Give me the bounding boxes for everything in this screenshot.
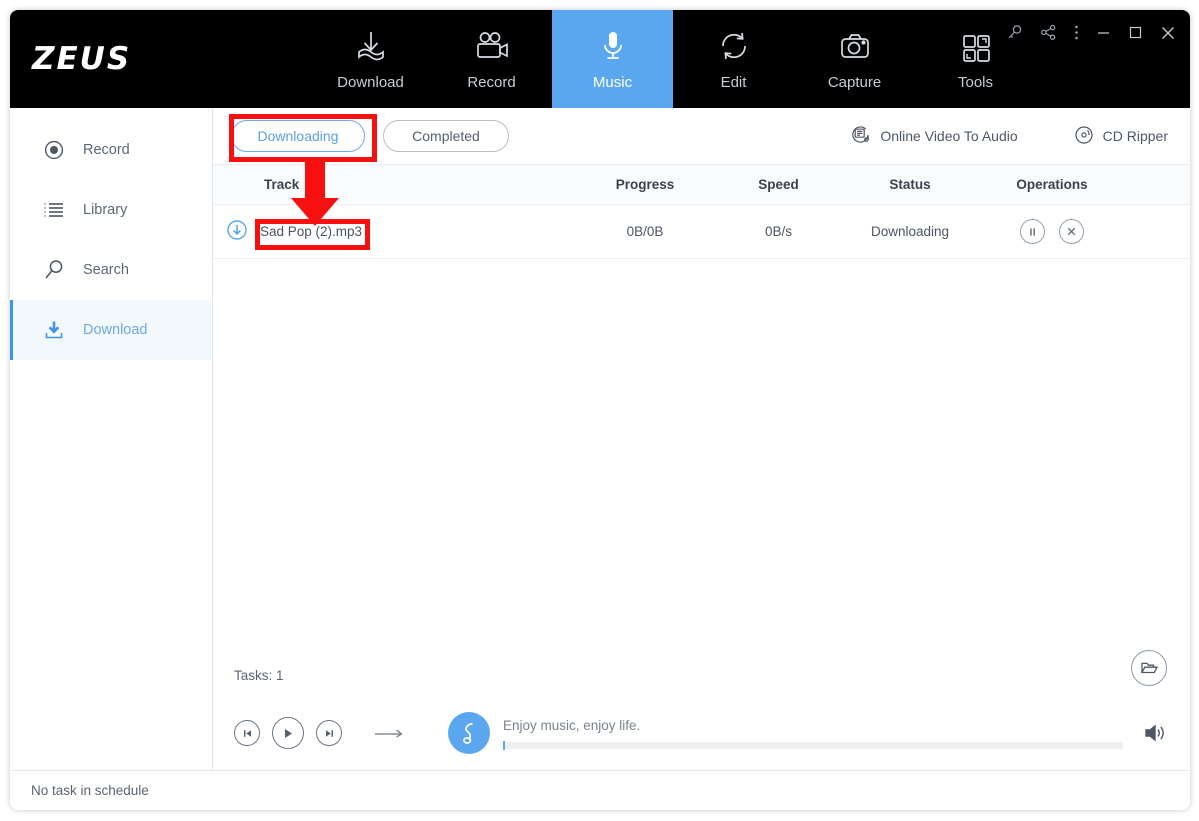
column-header-status: Status [889,177,931,192]
cd-disc-icon [1074,125,1094,148]
tab-completed[interactable]: Completed [383,120,509,152]
sidebar-item-label: Record [83,142,130,158]
column-header-track: Track [264,177,300,192]
toolbar-label: Online Video To Audio [880,128,1018,144]
player-progress-bar[interactable] [503,740,1123,750]
column-header-speed: Speed [758,177,799,192]
track-filename: Sad Pop (2).mp3 [260,224,363,239]
cell-progress: 0B/0B [626,224,664,239]
cd-ripper-button[interactable]: CD Ripper [1074,125,1168,148]
download-tray-icon [43,319,65,341]
key-icon[interactable] [1006,24,1023,41]
body-area: Record Library Search Download Downloadi… [10,108,1190,770]
download-icon [351,27,391,65]
tabs-toolbar: Downloading Completed Online Video To Au… [213,108,1190,165]
app-logo: ZEUS [32,41,132,77]
sidebar-item-label: Library [83,202,128,218]
album-art-avatar [448,712,490,754]
sidebar-item-label: Search [83,262,129,278]
nav-label: Capture [827,74,882,91]
grid-squares-icon [957,27,995,65]
pause-button[interactable] [1020,219,1046,244]
camera-icon [835,27,875,65]
nav-label: Tools [957,74,994,91]
nav-label: Download [337,74,404,91]
content-panel: Downloading Completed Online Video To Au… [213,108,1190,770]
share-icon[interactable] [1040,24,1057,41]
zeus-app-window: ZEUS Download Record Music Edit Capture … [10,10,1190,810]
sidebar-item-record[interactable]: Record [10,120,212,180]
sidebar-item-label: Download [83,322,148,338]
cell-speed: 0B/s [764,224,792,239]
nav-item-download[interactable]: Download [310,10,431,108]
nav-item-edit[interactable]: Edit [673,10,794,108]
more-vertical-icon[interactable] [1074,24,1079,41]
record-circle-icon [43,139,65,161]
table-row[interactable]: Sad Pop (2).mp3 0B/0B 0B/s Downloading [213,205,1190,259]
status-text: No task in schedule [31,783,149,798]
table-empty-area [213,259,1190,654]
window-controls [1006,24,1176,41]
sidebar-item-download[interactable]: Download [10,300,212,360]
nav-label: Record [467,74,516,91]
playback-mode-icon[interactable] [374,726,404,740]
column-header-progress: Progress [615,177,675,192]
tasks-count: Tasks: 1 [234,667,284,683]
sidebar: Record Library Search Download [10,108,213,770]
video-to-audio-icon [851,125,871,148]
tab-downloading[interactable]: Downloading [231,120,365,152]
magnifier-icon [43,259,65,281]
online-video-to-audio-button[interactable]: Online Video To Audio [851,125,1018,148]
cancel-button[interactable] [1058,219,1084,244]
player-track-title: Enjoy music, enjoy life. [503,717,641,733]
cell-track: Sad Pop (2).mp3 [213,219,577,244]
nav-item-music[interactable]: Music [552,10,673,108]
table-header: Track Progress Speed Status Operations [213,165,1190,205]
nav-label: Music [592,74,633,91]
column-header-operations: Operations [1016,177,1088,192]
close-icon[interactable] [1160,25,1176,41]
cell-operations [976,219,1128,244]
cell-status: Downloading [870,224,950,239]
prev-track-button[interactable] [234,720,260,746]
status-bar: No task in schedule [10,770,1190,810]
nav-item-record[interactable]: Record [431,10,552,108]
folder-open-icon[interactable] [1131,650,1167,686]
top-navigation-bar: ZEUS Download Record Music Edit Capture … [10,10,1190,108]
microphone-icon [594,27,632,65]
maximize-icon[interactable] [1128,25,1143,40]
minimize-icon[interactable] [1096,25,1111,40]
convert-refresh-icon [714,27,754,65]
volume-icon[interactable] [1143,722,1168,744]
nav-label: Edit [720,74,747,91]
sidebar-item-library[interactable]: Library [10,180,212,240]
toolbar-actions: Online Video To Audio CD Ripper [851,125,1168,148]
download-arrow-circle-icon [226,219,248,244]
sidebar-item-search[interactable]: Search [10,240,212,300]
play-button[interactable] [272,717,304,749]
player-bar: Enjoy music, enjoy life. [213,696,1190,770]
player-controls [234,717,342,749]
tasks-count-bar: Tasks: 1 [213,650,1190,696]
next-track-button[interactable] [316,720,342,746]
toolbar-label: CD Ripper [1102,128,1168,144]
nav-item-capture[interactable]: Capture [794,10,915,108]
player-track-info: Enjoy music, enjoy life. [503,717,1123,750]
top-nav-items: Download Record Music Edit Capture Tools [310,10,1036,108]
list-icon [43,200,65,220]
video-camera-icon [471,27,513,65]
